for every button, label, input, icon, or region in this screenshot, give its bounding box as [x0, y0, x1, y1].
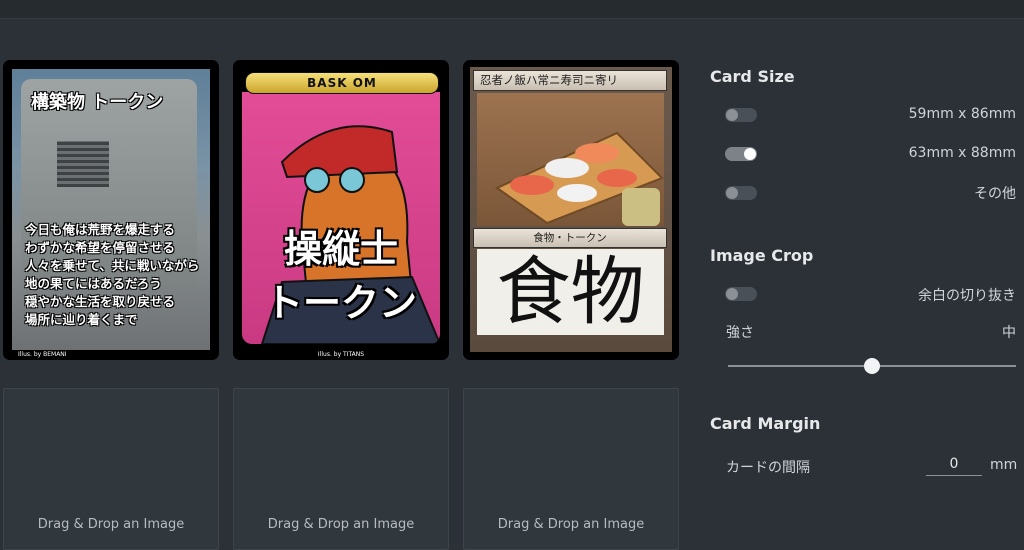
flavor-line: 場所に辿り着くまで — [25, 312, 138, 327]
toggle-knob — [726, 288, 738, 300]
card-big-title-line-2: トークン — [264, 281, 417, 325]
card-text-box: 食物 — [477, 249, 664, 335]
card-size-heading: Card Size — [710, 67, 795, 86]
flavor-line: 人々を乗せて、共に戦いながら — [25, 258, 200, 273]
toggle-knob — [726, 109, 738, 121]
flavor-line: 今日も俺は荒野を爆走する — [25, 222, 176, 237]
size-other-toggle[interactable] — [725, 186, 757, 200]
flavor-line: 地の果てにはあるだろう — [25, 276, 162, 291]
dropzone-label: Drag & Drop an Image — [37, 517, 185, 532]
card-name: 忍者ノ飯ハ常ニ寿司ニ寄リ — [480, 73, 618, 87]
card-type: 食物・トークン — [533, 232, 607, 244]
card-slot-2[interactable]: BASK OM 操縦士 トークン Illus. by TITANS — [233, 60, 449, 360]
card-header: BASK OM — [307, 76, 377, 90]
card-header-bar: BASK OM — [245, 72, 439, 94]
card-text: 食物 — [496, 249, 645, 335]
card-credit: Illus. by TITANS — [317, 351, 365, 358]
card-big-title-line-1: 操縦士 — [283, 227, 398, 271]
card-gap-unit: mm — [990, 457, 1018, 473]
toggle-knob — [726, 187, 738, 199]
dropzone-label: Drag & Drop an Image — [497, 517, 645, 532]
sushi-illustration — [477, 93, 664, 226]
image-crop-heading: Image Crop — [710, 246, 814, 265]
card-margin-heading: Card Margin — [710, 414, 821, 433]
strength-value: 中 — [1002, 325, 1016, 341]
trim-margin-toggle[interactable] — [725, 287, 757, 301]
size-option-label: 59mm x 86mm — [908, 106, 1016, 122]
slider-thumb[interactable] — [864, 358, 880, 374]
card-title: 構築物 トークン — [31, 92, 164, 113]
card-flavor-text: 今日も俺は荒野を爆走する わずかな希望を停留させる 人々を乗せて、共に戦いながら… — [25, 221, 215, 329]
vehicle-grill — [57, 141, 109, 187]
size-option-label: その他 — [974, 186, 1016, 202]
card-credit: Illus. by BEMANI — [18, 351, 67, 358]
size-option-label: 63mm x 88mm — [908, 145, 1016, 161]
dropzone-label: Drag & Drop an Image — [267, 517, 415, 532]
trim-margin-label: 余白の切り抜き — [918, 288, 1016, 304]
card-slot-3[interactable]: 忍者ノ飯ハ常ニ寿司ニ寄リ 食物・トークン 食物 — [463, 60, 679, 360]
card-gap-input[interactable]: 0 — [926, 453, 982, 476]
card-slot-1[interactable]: 構築物 トークン 今日も俺は荒野を爆走する わずかな希望を停留させる 人々を乗せ… — [3, 60, 219, 360]
toggle-knob — [744, 148, 756, 160]
strength-label: 強さ — [726, 325, 754, 341]
card-gap-label: カードの間隔 — [726, 460, 810, 476]
flavor-line: 穏やかな生活を取り戻せる — [25, 294, 176, 309]
size-63x88-toggle[interactable] — [725, 147, 757, 161]
settings-panel: Card Size 59mm x 86mm 63mm x 88mm その他 Im… — [690, 0, 1024, 526]
size-59x86-toggle[interactable] — [725, 108, 757, 122]
flavor-line: わずかな希望を停留させる — [25, 240, 176, 255]
card-type-bar: 食物・トークン — [473, 228, 667, 248]
card-name-bar: 忍者ノ飯ハ常ニ寿司ニ寄リ — [473, 70, 667, 91]
crop-strength-slider[interactable] — [728, 358, 1016, 374]
